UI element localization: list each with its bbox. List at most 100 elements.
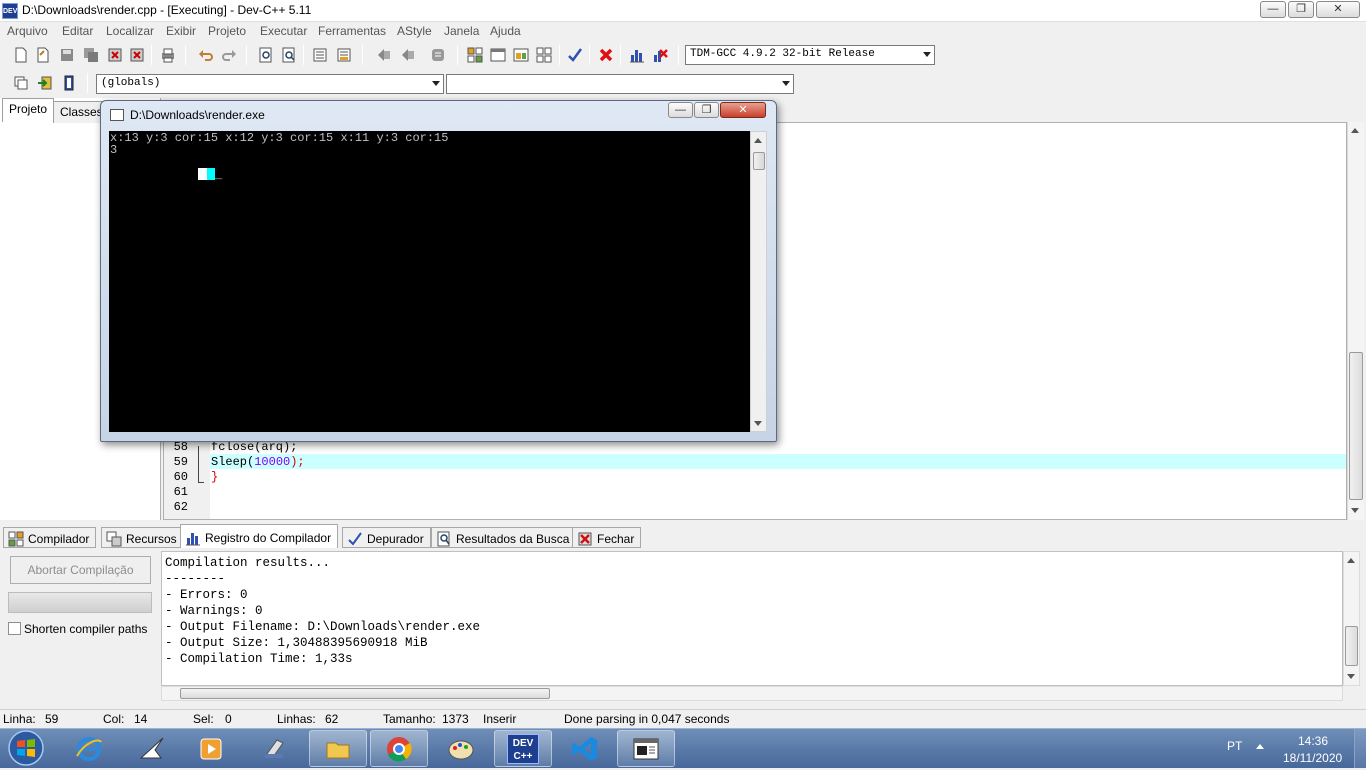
clock-time[interactable]: 14:36: [1298, 734, 1328, 748]
tab-projeto[interactable]: Projeto: [2, 98, 55, 122]
console-taskbar-icon[interactable]: [617, 730, 675, 767]
color-window-icon[interactable]: [510, 44, 532, 66]
window-icon[interactable]: [487, 44, 509, 66]
unindent-icon[interactable]: [333, 44, 355, 66]
current-line-highlight: [210, 454, 1346, 469]
status-mode: Inserir: [483, 712, 517, 726]
log-line: - Errors: 0: [165, 588, 248, 602]
log-vertical-scrollbar[interactable]: [1343, 551, 1360, 686]
close-file-icon[interactable]: [104, 44, 126, 66]
open-file-icon[interactable]: [32, 44, 54, 66]
minimize-button[interactable]: —: [1260, 1, 1286, 18]
tab-depurador[interactable]: Depurador: [342, 527, 431, 548]
chrome-icon[interactable]: [370, 730, 428, 767]
new-file-icon[interactable]: [10, 44, 32, 66]
compile-check-icon[interactable]: [564, 44, 586, 66]
close-button[interactable]: ✕: [1316, 1, 1360, 18]
menu-ferramentas[interactable]: Ferramentas: [318, 24, 386, 38]
language-indicator[interactable]: PT: [1227, 739, 1242, 753]
tab-registro-do-compilador[interactable]: Registro do Compilador: [180, 524, 339, 548]
media-player-icon[interactable]: [182, 730, 240, 767]
tab-recursos[interactable]: Recursos: [101, 527, 184, 548]
print-icon[interactable]: [157, 44, 179, 66]
tab-fechar[interactable]: Fechar: [572, 527, 642, 548]
status-size-label: Tamanho:: [383, 712, 436, 726]
save-icon[interactable]: [56, 44, 78, 66]
console-maximize-button[interactable]: ❐: [694, 102, 719, 118]
find-icon[interactable]: [255, 44, 277, 66]
window-title: D:\Downloads\render.cpp - [Executing] - …: [22, 3, 312, 17]
line-number: 61: [173, 485, 188, 499]
status-lines-value: 62: [325, 712, 339, 726]
compilation-progress-bar: [8, 592, 152, 613]
close-icon: [578, 532, 592, 546]
clock-date[interactable]: 18/11/2020: [1283, 751, 1342, 765]
layout-grid-icon[interactable]: [464, 44, 486, 66]
undo-icon[interactable]: [195, 44, 217, 66]
bird-app-icon[interactable]: [123, 730, 181, 767]
delete-profile-icon[interactable]: [649, 44, 671, 66]
vscode-icon[interactable]: [556, 730, 614, 767]
bookmark-icon[interactable]: [427, 44, 449, 66]
paint-icon[interactable]: [432, 730, 490, 767]
devices-icon[interactable]: [245, 730, 303, 767]
line-number: 62: [173, 500, 188, 514]
status-line-value: 59: [45, 712, 59, 726]
menu-editar[interactable]: Editar: [62, 24, 93, 38]
log-line: - Compilation Time: 1,33s: [165, 652, 353, 666]
devcpp-app-icon[interactable]: DEV: [2, 3, 18, 19]
log-line: - Output Filename: D:\Downloads\render.e…: [165, 620, 481, 634]
check-icon: [348, 532, 362, 546]
show-desktop-button[interactable]: [1354, 729, 1366, 768]
stop-execution-icon[interactable]: [595, 44, 617, 66]
menu-astyle[interactable]: AStyle: [397, 24, 432, 38]
menu-janela[interactable]: Janela: [444, 24, 479, 38]
file-explorer-icon[interactable]: [309, 730, 367, 767]
status-message: Done parsing in 0,047 seconds: [564, 712, 730, 726]
goto-icon[interactable]: [34, 72, 56, 94]
tray-expand-icon[interactable]: [1256, 744, 1264, 749]
menu-bar: Arquivo Editar Localizar Exibir Projeto …: [0, 22, 1366, 42]
console-line: x:13 y:3 cor:15 x:12 y:3 cor:15 x:11 y:3…: [110, 131, 449, 145]
editor-scrollbar[interactable]: [1347, 122, 1364, 520]
console-minimize-button[interactable]: —: [668, 102, 693, 118]
indent-icon[interactable]: [309, 44, 331, 66]
status-sel-value: 0: [225, 712, 232, 726]
compiler-select[interactable]: TDM-GCC 4.9.2 32-bit Release: [685, 45, 935, 65]
console-title: D:\Downloads\render.exe: [130, 108, 265, 122]
abort-compilation-button[interactable]: Abortar Compilação: [10, 556, 151, 584]
tab-compilador[interactable]: Compilador: [3, 527, 97, 548]
redo-icon[interactable]: [218, 44, 240, 66]
menu-ajuda[interactable]: Ajuda: [490, 24, 521, 38]
shorten-paths-checkbox[interactable]: [8, 622, 21, 635]
forward-icon[interactable]: [397, 44, 419, 66]
menu-localizar[interactable]: Localizar: [106, 24, 154, 38]
console-line: 3: [110, 143, 118, 157]
menu-projeto[interactable]: Projeto: [208, 24, 246, 38]
status-lines-label: Linhas:: [277, 712, 316, 726]
maximize-button[interactable]: ❐: [1288, 1, 1314, 18]
back-icon[interactable]: [373, 44, 395, 66]
tab-resultados-da-busca[interactable]: Resultados da Busca: [431, 527, 577, 548]
profile-chart-icon[interactable]: [626, 44, 648, 66]
close-all-icon[interactable]: [126, 44, 148, 66]
status-col-value: 14: [134, 712, 148, 726]
save-all-icon[interactable]: [80, 44, 102, 66]
menu-executar[interactable]: Executar: [260, 24, 307, 38]
log-horizontal-thumb[interactable]: [180, 688, 550, 699]
member-select[interactable]: [446, 74, 794, 94]
console-close-button[interactable]: ✕: [720, 102, 766, 118]
menu-exibir[interactable]: Exibir: [166, 24, 196, 38]
start-button[interactable]: [4, 729, 48, 767]
scope-select[interactable]: (globals): [96, 74, 444, 94]
menu-arquivo[interactable]: Arquivo: [7, 24, 48, 38]
tile-icon[interactable]: [533, 44, 555, 66]
class-browser-icon[interactable]: [10, 72, 32, 94]
status-line-label: Linha:: [3, 712, 36, 726]
insert-icon[interactable]: [58, 72, 80, 94]
console-scrollbar[interactable]: [750, 131, 767, 432]
internet-explorer-icon[interactable]: [60, 730, 118, 767]
replace-icon[interactable]: [278, 44, 300, 66]
console-cursor: _: [215, 168, 223, 182]
devcpp-taskbar-icon[interactable]: DEV C++: [494, 730, 552, 767]
